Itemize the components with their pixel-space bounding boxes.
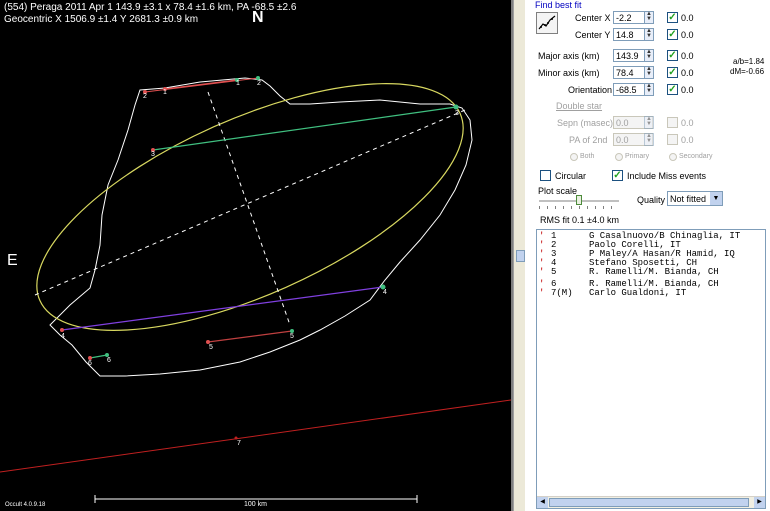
ab-ratio: a/b=1.84 xyxy=(733,57,765,66)
list-item[interactable]: ' 5 R. Ramelli/M. Bianda, CH xyxy=(537,267,765,277)
chord-3-end-label: 3 xyxy=(455,110,459,117)
radio-secondary-label: Secondary xyxy=(679,153,713,160)
chord-5-start-label: 5 xyxy=(209,344,213,351)
radio-both-label: Both xyxy=(580,153,595,160)
sepn-offset: 0.0 xyxy=(681,118,694,128)
minor-axis-spinner[interactable]: ▲ ▼ xyxy=(644,66,654,79)
circular-label: Circular xyxy=(555,171,587,181)
major-axis-line xyxy=(34,109,466,296)
plot-canvas xyxy=(0,76,511,503)
north-label: N xyxy=(252,9,264,26)
find-best-fit-label[interactable]: Find best fit xyxy=(535,0,582,10)
quality-select-value: Not fitted xyxy=(670,194,707,204)
chart-icon xyxy=(538,15,556,30)
version-label: Occult 4.0.9.18 xyxy=(5,502,46,508)
center-x-checkbox[interactable]: ✓ xyxy=(667,12,678,23)
radio-primary-label: Primary xyxy=(625,153,650,160)
rms-fit: RMS fit 0.1 ±4.0 km xyxy=(540,215,619,225)
list-item[interactable]: ' 7(M) Carlo Gualdoni, IT xyxy=(537,288,765,298)
chord-2 xyxy=(144,77,259,93)
observer-list[interactable]: ' 1 G Casalnuovo/B Chinaglia, IT ' 2 Paolo C… xyxy=(536,229,766,509)
orientation-checkbox[interactable]: ✓ xyxy=(667,84,678,95)
sepn-spinner[interactable]: ▲ ▼ xyxy=(644,116,654,129)
chord-3-start-label: 3 xyxy=(151,151,155,158)
center-y-label: Center Y xyxy=(575,30,611,40)
chevron-down-icon[interactable]: ▼ xyxy=(710,192,722,205)
plot-scale-slider-thumb[interactable] xyxy=(576,195,582,205)
chord-4-end-label: 4 xyxy=(383,289,387,296)
chord-6-start-label: 6 xyxy=(88,360,92,367)
find-best-fit-button[interactable] xyxy=(536,12,558,34)
center-y-spinner[interactable]: ▲ ▼ xyxy=(644,28,654,41)
pa2-spinner[interactable]: ▲ ▼ xyxy=(644,133,654,146)
center-x-spinner[interactable]: ▲ ▼ xyxy=(644,11,654,24)
observer-number: 5 xyxy=(551,267,557,277)
chord-4-start-label: 4 xyxy=(61,333,65,340)
center-x-offset: 0.0 xyxy=(681,13,694,23)
radio-primary[interactable] xyxy=(615,153,623,161)
minor-axis-offset: 0.0 xyxy=(681,68,694,78)
chord-6 xyxy=(89,354,108,359)
sepn-checkbox[interactable] xyxy=(667,117,678,128)
plot-scale-label: Plot scale xyxy=(538,186,578,196)
scrollbar-thumb[interactable] xyxy=(516,250,525,262)
center-y-offset: 0.0 xyxy=(681,30,694,40)
chord-1 xyxy=(164,79,238,90)
observer-name: R. Ramelli/M. Bianda, CH xyxy=(589,267,719,277)
minor-axis-line xyxy=(207,91,291,326)
quality-label: Quality xyxy=(637,195,666,205)
scroll-thumb[interactable] xyxy=(549,498,749,507)
east-label: E xyxy=(7,252,18,269)
occultation-plot[interactable]: (554) Peraga 2011 Apr 1 143.9 ±3.1 x 78.… xyxy=(0,0,511,511)
chord-4 xyxy=(61,286,384,331)
chord-3-end-marker xyxy=(453,104,459,110)
major-axis-label: Major axis (km) xyxy=(538,51,600,61)
pa2-checkbox[interactable] xyxy=(667,134,678,145)
radio-secondary[interactable] xyxy=(669,153,677,161)
sepn-label: Sepn (masec) xyxy=(557,118,614,128)
chord-5 xyxy=(207,330,293,343)
observer-name: Carlo Gualdoni, IT xyxy=(589,288,687,298)
include-miss-checkbox[interactable]: ✓ xyxy=(612,170,623,181)
plot-scale-slider-ticks xyxy=(539,206,619,209)
observer-list-hscrollbar[interactable]: ◀ ▶ xyxy=(537,496,765,508)
delta-magnitude: dM=-0.66 xyxy=(730,67,765,76)
major-axis-checkbox[interactable]: ✓ xyxy=(667,50,678,61)
asteroid-profile-outline xyxy=(49,77,473,377)
radio-both[interactable] xyxy=(570,153,578,161)
chord-1-start-label: 1 xyxy=(163,89,167,96)
chord-6-end-label: 6 xyxy=(107,357,111,364)
pa2-offset: 0.0 xyxy=(681,135,694,145)
include-miss-label: Include Miss events xyxy=(627,171,707,181)
major-axis-offset: 0.0 xyxy=(681,51,694,61)
center-y-checkbox[interactable]: ✓ xyxy=(667,29,678,40)
fit-panel: Find best fit Center X -2.2 ▲ ▼ ✓ 0.0 Cen… xyxy=(525,0,770,511)
plot-title-line2: Geocentric X 1506.9 ±1.4 Y 2681.3 ±0.9 k… xyxy=(4,14,199,25)
miss-chord-7 xyxy=(0,399,511,473)
circular-checkbox[interactable] xyxy=(540,170,551,181)
chord-1-end-label: 1 xyxy=(236,80,240,87)
orientation-offset: 0.0 xyxy=(681,85,694,95)
double-star-label: Double star xyxy=(556,101,603,111)
chord-2-start-label: 2 xyxy=(143,93,147,100)
pa2-label: PA of 2nd xyxy=(569,135,608,145)
fitted-ellipse xyxy=(36,83,464,331)
miss-chord-7-label: 7 xyxy=(237,440,241,447)
scroll-left-arrow-icon[interactable]: ◀ xyxy=(537,497,548,508)
minor-axis-checkbox[interactable]: ✓ xyxy=(667,67,678,78)
orientation-spinner[interactable]: ▲ ▼ xyxy=(644,83,654,96)
center-x-label: Center X xyxy=(575,13,611,23)
chord-3 xyxy=(152,106,457,151)
minor-axis-label: Minor axis (km) xyxy=(538,68,600,78)
observer-number: 7(M) xyxy=(551,288,573,298)
chord-5-end-label: 5 xyxy=(290,333,294,340)
scale-bar-label: 100 km xyxy=(244,501,267,508)
scroll-right-arrow-icon[interactable]: ▶ xyxy=(754,497,765,508)
chord-2-end-label: 2 xyxy=(257,80,261,87)
orientation-label: Orientation xyxy=(568,85,613,95)
major-axis-spinner[interactable]: ▲ ▼ xyxy=(644,49,654,62)
quality-select[interactable]: Not fitted ▼ xyxy=(667,191,723,206)
chord-4-start-marker xyxy=(60,328,64,332)
